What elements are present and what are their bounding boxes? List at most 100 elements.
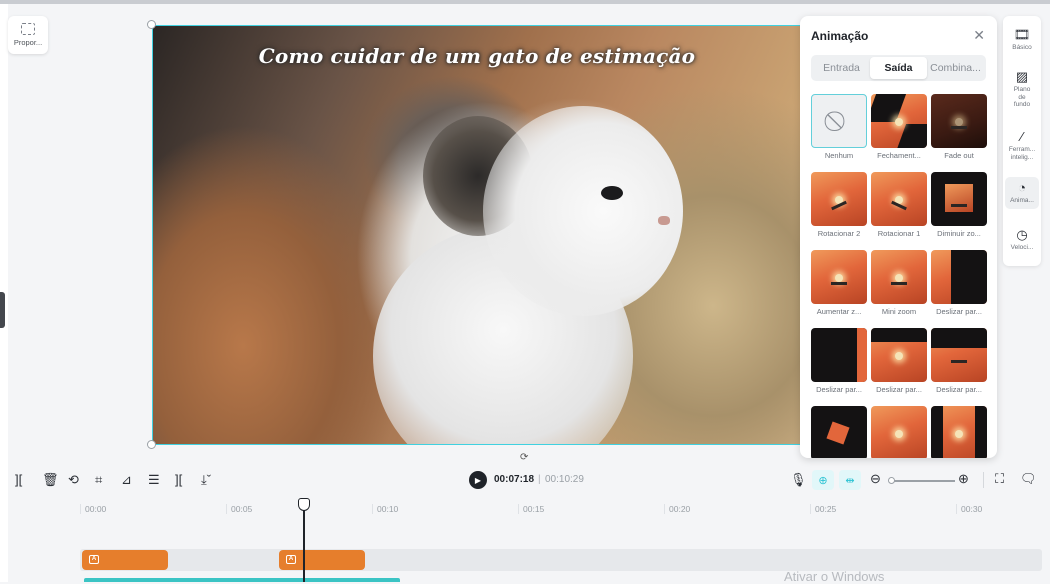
sidebar-item-label: Plano de fundo <box>1013 86 1031 108</box>
left-panel-handle[interactable] <box>0 292 5 328</box>
preset-thumbnail <box>871 172 927 226</box>
aspect-ratio-button[interactable]: Propor... <box>8 16 48 54</box>
timeline-ruler[interactable]: 00:00 00:05 00:10 00:15 00:20 00:25 00:3… <box>0 500 1050 524</box>
delete-icon[interactable]: 🗑︎ <box>42 472 59 488</box>
sidebar-item-animacao[interactable]: ◔ Anima... <box>1005 177 1039 209</box>
animation-preset[interactable]: Rotacionar 1 <box>871 172 927 242</box>
animation-preset[interactable] <box>871 406 927 458</box>
crop-icon[interactable]: ⌗ <box>95 472 102 488</box>
animation-preset[interactable] <box>811 406 867 458</box>
video-title-text[interactable]: Como cuidar de um gato de estimação <box>153 44 801 68</box>
text-track[interactable] <box>80 549 1042 571</box>
reverse-icon[interactable]: ⟲ <box>68 472 79 488</box>
toolbar-divider <box>983 472 984 488</box>
animation-preset[interactable]: Deslizar par... <box>931 250 987 320</box>
resize-handle-top-left[interactable] <box>147 20 156 29</box>
animation-preset[interactable]: Diminuir zo... <box>931 172 987 242</box>
comment-icon[interactable]: 🗨︎ <box>1020 471 1037 487</box>
split-icon[interactable]: ][ <box>15 472 22 488</box>
zoom-in-icon[interactable]: ⊕ <box>958 471 969 487</box>
cat-eye <box>601 186 623 200</box>
aspect-ratio-icon <box>21 23 35 35</box>
preset-label: Mini zoom <box>881 307 917 316</box>
animation-tabs: Entrada Saída Combina... <box>811 55 986 81</box>
tick-label: 00:25 <box>815 504 837 514</box>
app-window: Propor... Como cuidar de um gato de esti… <box>0 0 1050 584</box>
text-clip[interactable]: A <box>82 550 168 570</box>
fit-screen-icon[interactable]: ⛶ <box>995 471 1004 487</box>
preset-label: Nenhum <box>824 151 854 160</box>
preset-thumbnail <box>811 172 867 226</box>
preset-label: Rotacionar 2 <box>817 229 861 238</box>
text-clip[interactable]: A <box>279 550 365 570</box>
preset-label: Deslizar par... <box>936 385 982 394</box>
animation-presets-grid: ⃠ Nenhum Fechament... Fade out Rotac <box>811 94 991 458</box>
preset-label: Deslizar par... <box>936 307 982 316</box>
preset-thumbnail: ⃠ <box>811 94 867 148</box>
background-icon: ▨ <box>1015 69 1029 84</box>
text-clip-icon: A <box>89 555 99 564</box>
resize-handle-bottom-left[interactable] <box>147 440 156 449</box>
download-icon[interactable]: ⤓ˇ <box>201 472 211 488</box>
sidebar-item-velocidade[interactable]: ◷ Veloci... <box>1005 224 1039 256</box>
animation-preset[interactable] <box>931 406 987 458</box>
sidebar-item-basico[interactable]: 🎞︎ Básico <box>1005 24 1039 56</box>
zoom-slider-handle[interactable] <box>888 477 895 484</box>
preset-thumbnail <box>811 250 867 304</box>
preset-label: Fechament... <box>877 151 921 160</box>
play-button[interactable]: ▶ <box>469 471 487 489</box>
magnet-toggle[interactable]: ⊕ <box>812 470 834 490</box>
video-canvas[interactable]: Como cuidar de um gato de estimação <box>152 25 802 445</box>
sidebar-item-label: Anima... <box>1010 197 1034 204</box>
preset-thumbnail <box>931 328 987 382</box>
animation-preset-none[interactable]: ⃠ Nenhum <box>811 94 867 164</box>
animation-preset[interactable]: Rotacionar 2 <box>811 172 867 242</box>
animation-preset[interactable]: Deslizar par... <box>871 328 927 398</box>
cat-nose <box>658 216 670 225</box>
preset-thumbnail <box>811 328 867 382</box>
sidebar-item-label: Básico <box>1012 44 1032 51</box>
tick-label: 00:05 <box>231 504 253 514</box>
time-separator: | <box>538 474 541 485</box>
snap-icon: ⇹ <box>845 474 855 487</box>
subtitle-icon[interactable]: ☰ <box>148 472 160 488</box>
tab-combinacao[interactable]: Combina... <box>927 57 984 79</box>
animation-preset[interactable]: Mini zoom <box>871 250 927 320</box>
snap-toggle[interactable]: ⇹ <box>839 470 861 490</box>
tick-label: 00:15 <box>523 504 545 514</box>
sidebar-item-label: Ferram... intelig... <box>1008 146 1036 161</box>
sidebar-item-plano-de-fundo[interactable]: ▨ Plano de fundo <box>1005 66 1039 113</box>
preset-label: Fade out <box>944 151 974 160</box>
zoom-out-icon[interactable]: ⊖ <box>870 471 881 487</box>
preset-thumbnail <box>811 406 867 458</box>
playhead[interactable] <box>303 506 305 582</box>
zoom-slider[interactable] <box>889 480 955 482</box>
tab-entrada[interactable]: Entrada <box>813 57 870 79</box>
microphone-icon[interactable]: 🎙︎ <box>790 472 807 488</box>
windows-activation-watermark: Ativar o Windows <box>784 569 885 584</box>
preset-label: Diminuir zo... <box>937 229 981 238</box>
close-icon[interactable]: ✕ <box>973 27 985 44</box>
aspect-ratio-label: Propor... <box>13 38 43 47</box>
tab-saida[interactable]: Saída <box>870 57 927 79</box>
preset-thumbnail <box>871 94 927 148</box>
animation-preset[interactable]: Fechament... <box>871 94 927 164</box>
animation-preset[interactable]: Deslizar par... <box>931 328 987 398</box>
animation-preset[interactable]: Deslizar par... <box>811 328 867 398</box>
preset-thumbnail <box>931 172 987 226</box>
animation-preset[interactable]: Fade out <box>931 94 987 164</box>
rotate-handle-icon[interactable]: ⟳ <box>520 453 532 463</box>
preset-thumbnail <box>931 406 987 458</box>
playhead-handle[interactable] <box>298 498 310 511</box>
sidebar-item-label: Veloci... <box>1010 244 1034 251</box>
animation-preset[interactable]: Aumentar z... <box>811 250 867 320</box>
preset-label: Deslizar par... <box>816 385 862 394</box>
video-clip[interactable] <box>84 578 400 582</box>
freeze-icon[interactable]: ][ <box>175 472 182 488</box>
preset-thumbnail <box>871 250 927 304</box>
flip-icon[interactable]: ⊿ <box>121 472 132 488</box>
current-time: 00:07:18 <box>494 474 535 485</box>
sidebar-item-ferramentas[interactable]: ⁄ Ferram... intelig... <box>1005 126 1039 165</box>
preset-thumbnail <box>871 406 927 458</box>
animation-panel: Animação ✕ Entrada Saída Combina... ⃠ Ne… <box>800 16 997 458</box>
